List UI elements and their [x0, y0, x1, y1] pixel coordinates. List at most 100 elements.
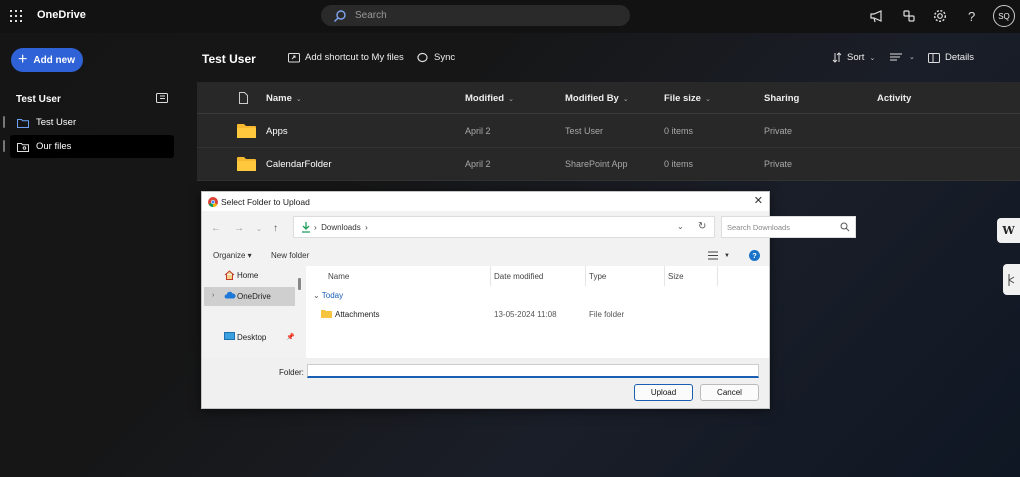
col-type[interactable]: Type: [589, 272, 606, 281]
file-pane: Name Date modified Type Size ⌄ Today Att…: [306, 266, 769, 358]
file-date: 13-05-2024 11:08: [494, 310, 557, 319]
details-pane-icon: [928, 52, 940, 63]
tree-scrollbar[interactable]: [298, 278, 301, 290]
row-sharing: Private: [764, 126, 793, 136]
shared-folder-icon: [17, 142, 29, 152]
file-type-icon[interactable]: [239, 92, 248, 104]
svg-text:?: ?: [968, 9, 975, 24]
table-row[interactable]: CalendarFolder April 2 SharePoint App 0 …: [197, 148, 1020, 181]
sort-button[interactable]: Sort ⌄: [832, 52, 875, 63]
back-arrow-icon[interactable]: ←: [211, 223, 221, 234]
folder-label: Folder:: [279, 368, 304, 377]
chevron-down-icon: ⌄: [704, 96, 711, 103]
col-name[interactable]: Name: [328, 272, 349, 281]
organize-button[interactable]: Organize ▾: [213, 251, 252, 260]
app-name[interactable]: OneDrive: [37, 9, 86, 21]
column-header-activity[interactable]: Activity: [877, 93, 911, 104]
side-tab-tool[interactable]: [1003, 264, 1020, 295]
add-new-label: Add new: [33, 54, 76, 66]
upload-button[interactable]: Upload: [634, 384, 693, 401]
chevron-down-icon: ⌄: [508, 96, 514, 103]
nav-item-label: Test User: [36, 117, 77, 128]
download-icon: [302, 222, 310, 233]
list-item[interactable]: Attachments 13-05-2024 11:08 File folder: [306, 307, 769, 321]
top-bar: OneDrive Search ? SQ: [0, 0, 1020, 33]
page-title: Test User: [202, 52, 256, 66]
up-arrow-icon[interactable]: ↑: [273, 223, 278, 234]
new-folder-button[interactable]: New folder: [271, 251, 309, 260]
user-avatar[interactable]: SQ: [993, 5, 1015, 27]
column-header-file-size[interactable]: File size ⌄: [664, 93, 711, 104]
home-icon: [224, 270, 235, 280]
plus-icon: +: [18, 51, 28, 68]
sync-label: Sync: [434, 52, 456, 63]
search-box[interactable]: Search: [321, 5, 630, 26]
panel-toggle-icon[interactable]: [156, 93, 168, 103]
group-header-today[interactable]: ⌄ Today: [313, 291, 343, 300]
chevron-down-icon: ⌄: [295, 96, 302, 103]
list-view-icon: [890, 53, 902, 61]
help-icon[interactable]: ?: [749, 250, 760, 261]
add-shortcut-label: Add shortcut to My files: [305, 52, 404, 63]
app-launcher-icon[interactable]: [10, 10, 22, 22]
side-tab-w[interactable]: W: [997, 218, 1020, 243]
nav-section-title: Test User: [16, 94, 61, 105]
col-size[interactable]: Size: [668, 272, 684, 281]
diagnostics-icon[interactable]: [901, 8, 917, 24]
column-header-sharing[interactable]: Sharing: [764, 93, 799, 104]
settings-gear-icon[interactable]: [932, 8, 948, 24]
nav-indicator: [3, 140, 5, 152]
table-row[interactable]: Apps April 2 Test User 0 items Private: [197, 115, 1020, 148]
address-area: › Downloads › ⌄ ↻ Search Downloads: [293, 216, 856, 238]
folder-input[interactable]: [307, 364, 759, 378]
folder-icon: [321, 310, 332, 318]
row-sharing: Private: [764, 159, 793, 169]
details-button[interactable]: Details: [928, 52, 974, 63]
column-header-modified[interactable]: Modified ⌄: [465, 93, 514, 104]
column-divider: [585, 266, 586, 286]
tree-item-onedrive[interactable]: › OneDrive: [204, 287, 295, 306]
add-new-button[interactable]: + Add new: [11, 48, 83, 72]
chevron-down-icon[interactable]: ⌄: [677, 222, 684, 231]
column-header-name[interactable]: Name ⌄: [266, 93, 302, 104]
col-date-modified[interactable]: Date modified: [494, 272, 543, 281]
row-modified: April 2: [465, 126, 491, 136]
search-icon: [334, 9, 346, 22]
row-name[interactable]: Apps: [266, 126, 288, 137]
refresh-icon[interactable]: ↻: [698, 221, 706, 232]
row-modified-by: SharePoint App: [565, 159, 628, 169]
column-divider: [717, 266, 718, 286]
folder-icon: [17, 118, 29, 128]
pin-icon[interactable]: 📌: [286, 333, 295, 341]
dialog-search-input[interactable]: Search Downloads: [721, 216, 856, 238]
nav-item-test-user[interactable]: Test User: [3, 111, 174, 134]
view-dropdown-icon[interactable]: ▼: [724, 253, 730, 259]
chevron-right-icon[interactable]: ›: [212, 292, 214, 299]
cancel-button[interactable]: Cancel: [700, 384, 759, 401]
forward-arrow-icon[interactable]: →: [234, 223, 244, 234]
address-bar[interactable]: › Downloads › ⌄ ↻: [293, 216, 715, 238]
onedrive-cloud-icon: [224, 291, 236, 299]
search-icon: [840, 222, 850, 232]
close-icon[interactable]: ✕: [754, 194, 763, 207]
tree-item-home[interactable]: Home: [204, 266, 295, 285]
sync-button[interactable]: Sync: [416, 52, 455, 63]
view-options-button[interactable]: ⌄: [890, 52, 915, 62]
breadcrumb[interactable]: › Downloads ›: [314, 223, 368, 232]
file-name: Attachments: [335, 310, 380, 319]
recent-chevron-icon[interactable]: ⌄: [256, 225, 262, 233]
select-folder-dialog: Select Folder to Upload ✕ ← → ⌄ ↑ › Down…: [201, 191, 856, 409]
nav-item-our-files[interactable]: Our files: [3, 135, 174, 158]
row-name[interactable]: CalendarFolder: [266, 159, 331, 170]
search-placeholder: Search Downloads: [727, 223, 790, 232]
dialog-nav-row: ← → ⌄ ↑ › Downloads › ⌄ ↻ Search Downloa…: [202, 214, 856, 242]
navigation-pane: Home › OneDrive Desktop 📌: [202, 266, 304, 358]
add-shortcut-button[interactable]: Add shortcut to My files: [288, 52, 404, 63]
megaphone-icon[interactable]: [869, 8, 885, 24]
tree-item-desktop[interactable]: Desktop 📌: [204, 328, 295, 347]
column-header-modified-by[interactable]: Modified By ⌄: [565, 93, 629, 104]
help-icon[interactable]: ?: [964, 8, 980, 24]
folder-icon: [237, 124, 256, 138]
view-menu-icon[interactable]: [708, 251, 718, 260]
nav-indicator: [3, 116, 5, 128]
